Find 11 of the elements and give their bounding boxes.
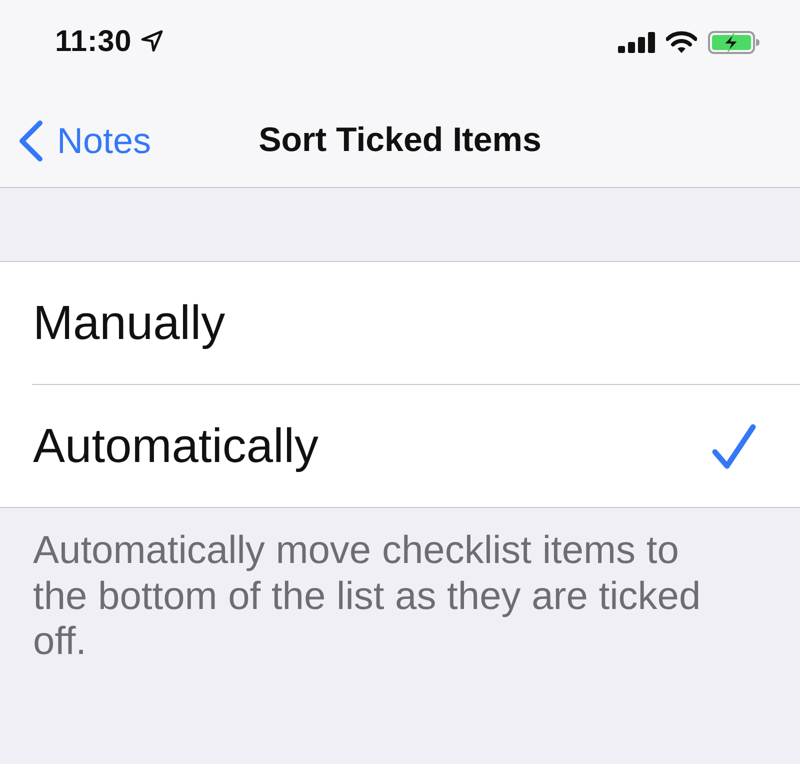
signal-icon bbox=[618, 32, 655, 52]
status-time: 11:30 bbox=[55, 25, 132, 59]
page-title: Sort Ticked Items bbox=[258, 121, 542, 160]
back-chevron-icon bbox=[18, 120, 44, 162]
wifi-icon bbox=[666, 31, 697, 53]
option-row[interactable]: Manually bbox=[0, 262, 800, 384]
battery-charging-icon bbox=[708, 30, 760, 54]
option-row[interactable]: Automatically bbox=[0, 385, 800, 507]
back-button[interactable]: Notes bbox=[18, 120, 152, 162]
footer-description: Automatically move checklist items to the bottom of the list as they are ticked off. bbox=[33, 528, 702, 664]
navigation-arrow-icon bbox=[140, 30, 163, 52]
